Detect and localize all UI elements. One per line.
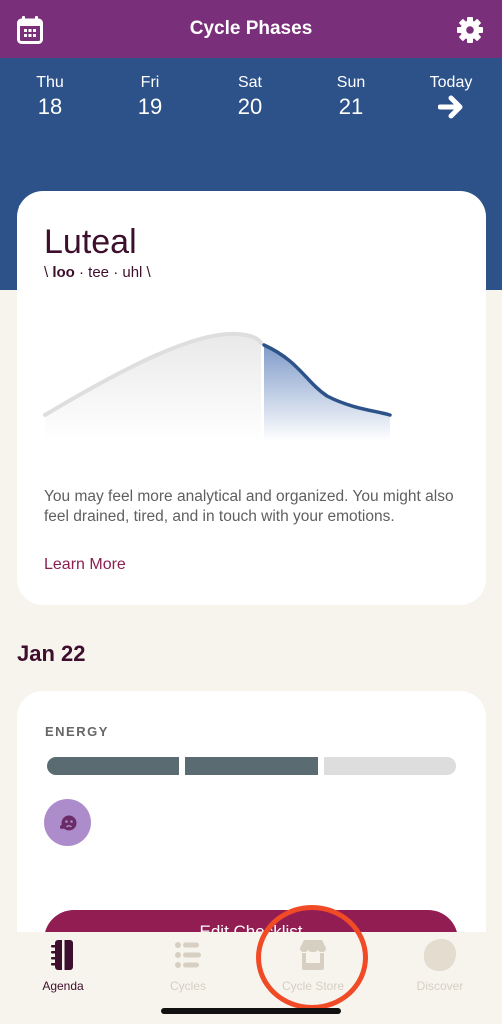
tab-discover[interactable]: Discover bbox=[385, 938, 495, 993]
day-name: Thu bbox=[36, 74, 64, 91]
day-number: 19 bbox=[137, 94, 163, 119]
day-thu[interactable]: Thu 18 bbox=[10, 73, 90, 121]
mood-badge[interactable] bbox=[44, 799, 91, 846]
arrow-right-icon bbox=[438, 95, 463, 119]
phase-card: Luteal \ loo · tee · uhl \ You may feel … bbox=[17, 191, 486, 605]
week-strip: Thu 18 Fri 19 Sat 20 Sun 21 Today bbox=[0, 73, 502, 123]
day-number: 18 bbox=[37, 94, 63, 119]
tab-cycle-store[interactable]: Cycle Store bbox=[258, 938, 368, 993]
phase-pronunciation: \ loo · tee · uhl \ bbox=[44, 264, 151, 281]
today-label: Today bbox=[429, 74, 473, 91]
day-name: Sun bbox=[336, 74, 366, 91]
gear-icon[interactable] bbox=[457, 17, 483, 43]
day-sat[interactable]: Sat 20 bbox=[210, 73, 290, 121]
tab-label: Discover bbox=[416, 979, 464, 993]
tab-agenda[interactable]: Agenda bbox=[8, 938, 118, 993]
page-title: Cycle Phases bbox=[189, 18, 313, 39]
energy-segment[interactable] bbox=[185, 757, 318, 775]
energy-segment[interactable] bbox=[47, 757, 180, 775]
calendar-icon[interactable] bbox=[17, 16, 43, 44]
tab-label: Agenda bbox=[42, 979, 84, 993]
date-heading: Jan 22 bbox=[17, 641, 86, 666]
energy-segment[interactable] bbox=[323, 757, 456, 775]
day-name: Fri bbox=[140, 74, 160, 91]
phase-name: Luteal bbox=[44, 223, 137, 261]
curve-fill-past bbox=[45, 333, 261, 441]
blob-icon bbox=[423, 938, 457, 972]
tab-label: Cycles bbox=[169, 979, 206, 993]
tab-label: Cycle Store bbox=[281, 979, 345, 993]
store-icon bbox=[300, 940, 326, 970]
energy-label: ENERGY bbox=[45, 724, 109, 739]
pronunciation-rest: · tee · uhl \ bbox=[74, 264, 151, 281]
home-indicator[interactable] bbox=[161, 1008, 341, 1014]
day-sun[interactable]: Sun 21 bbox=[311, 73, 391, 121]
curve-fill-current bbox=[264, 345, 390, 441]
sad-face-icon bbox=[59, 815, 76, 830]
day-name: Sat bbox=[237, 74, 262, 91]
cycle-phase-curve bbox=[43, 331, 392, 441]
top-header: Cycle Phases bbox=[0, 0, 502, 58]
day-number: 20 bbox=[237, 94, 263, 119]
day-number: 21 bbox=[338, 94, 364, 119]
phase-description: You may feel more analytical and organiz… bbox=[44, 488, 454, 525]
notebook-icon bbox=[51, 940, 73, 970]
learn-more-link[interactable]: Learn More bbox=[44, 556, 126, 574]
list-icon bbox=[175, 942, 201, 968]
today-button[interactable]: Today bbox=[411, 73, 491, 119]
energy-level-bar bbox=[47, 757, 456, 775]
pronunciation-stressed: loo bbox=[52, 264, 75, 281]
tab-cycles[interactable]: Cycles bbox=[133, 938, 243, 993]
day-fri[interactable]: Fri 19 bbox=[110, 73, 190, 121]
